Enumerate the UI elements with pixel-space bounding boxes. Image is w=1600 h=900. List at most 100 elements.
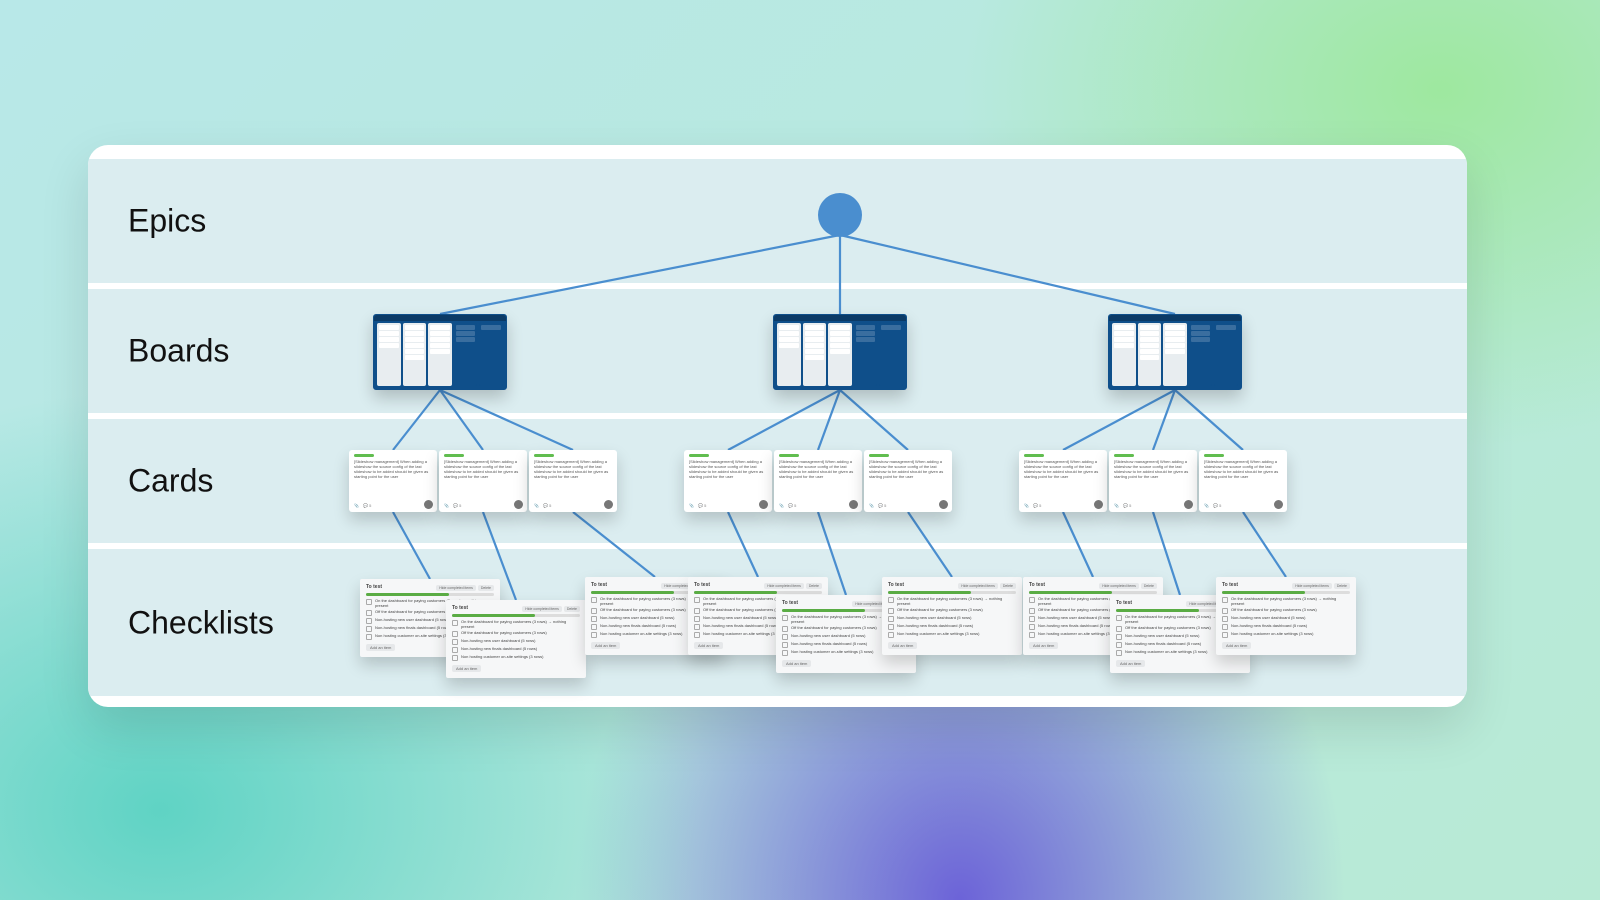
checklist-item: Off the dashboard for paying customers (… [888,608,1016,614]
checklist-item: On the dashboard for paying customers (3… [1222,597,1350,606]
avatar [1274,500,1283,509]
comment-count: 💬 5 [363,503,371,508]
checklist-title: To test [366,584,382,590]
checklist-title: To test [591,582,607,588]
checklist-item: Non hosting customer on-site settings (3… [1222,632,1350,638]
checklist-item: Off the dashboard for paying customers (… [452,631,580,637]
attach-icon: 📎 [689,503,694,508]
delete-button: Delete [1334,583,1350,589]
row-label: Checklists [128,604,274,641]
card-thumb: [Slideshow management] When adding a sli… [529,450,617,512]
epic-node [818,193,862,237]
add-item-button: Add an item [888,642,917,649]
card-thumb: [Slideshow management] When adding a sli… [349,450,437,512]
card-title: [Slideshow management] When adding a sli… [689,459,767,479]
progress-bar [1222,591,1350,594]
attach-icon: 📎 [779,503,784,508]
card-title: [Slideshow management] When adding a sli… [1114,459,1192,479]
hide-completed-button: Hide completed items [1292,583,1332,589]
checklist-item: Non hosting customer on-site settings (3… [888,632,1016,638]
avatar [604,500,613,509]
hide-completed-button: Hide completed items [764,583,804,589]
add-item-button: Add an item [591,642,620,649]
row-label: Boards [128,333,229,370]
card-title: [Slideshow management] When adding a sli… [534,459,612,479]
hierarchy-panel: Epics Boards Cards Checklists [Slideshow… [88,145,1467,707]
avatar [849,500,858,509]
progress-bar [366,593,494,596]
checklist-item: Non-hosting new user dashboard (5 rows) [1222,616,1350,622]
card-title: [Slideshow management] When adding a sli… [1024,459,1102,479]
comment-count: 💬 5 [878,503,886,508]
row-label: Cards [128,463,213,500]
card-thumb: [Slideshow management] When adding a sli… [864,450,952,512]
add-item-button: Add an item [1029,642,1058,649]
card-thumb: [Slideshow management] When adding a sli… [684,450,772,512]
delete-button: Delete [806,583,822,589]
add-item-button: Add an item [1116,660,1145,667]
delete-button: Delete [564,606,580,612]
board-thumb [373,314,507,390]
checklist-title: To test [1116,600,1132,606]
card-title: [Slideshow management] When adding a sli… [444,459,522,479]
delete-button: Delete [1000,583,1016,589]
comment-count: 💬 5 [453,503,461,508]
comment-count: 💬 5 [543,503,551,508]
hide-completed-button: Hide completed items [1099,583,1139,589]
comment-count: 💬 5 [788,503,796,508]
checklist-item: Non-hosting new user dashboard (5 rows) [452,639,580,645]
checklist-thumb: To test Hide completed itemsDelete On the … [882,577,1022,655]
card-title: [Slideshow management] When adding a sli… [354,459,432,479]
avatar [514,500,523,509]
card-thumb: [Slideshow management] When adding a sli… [774,450,862,512]
avatar [424,500,433,509]
checklist-title: To test [1222,582,1238,588]
hide-completed-button: Hide completed items [436,585,476,591]
progress-bar [694,591,822,594]
checklist-item: On the dashboard for paying customers (3… [888,597,1016,606]
progress-bar [452,614,580,617]
add-item-button: Add an item [366,644,395,651]
card-thumb: [Slideshow management] When adding a sli… [1019,450,1107,512]
hide-completed-button: Hide completed items [958,583,998,589]
avatar [939,500,948,509]
card-title: [Slideshow management] When adding a sli… [779,459,857,479]
comment-count: 💬 5 [1123,503,1131,508]
add-item-button: Add an item [452,665,481,672]
hide-completed-button: Hide completed items [522,606,562,612]
avatar [759,500,768,509]
add-item-button: Add an item [1222,642,1251,649]
checklist-title: To test [1029,582,1045,588]
checklist-title: To test [782,600,798,606]
attach-icon: 📎 [869,503,874,508]
attach-icon: 📎 [444,503,449,508]
comment-count: 💬 5 [1213,503,1221,508]
checklist-thumb: To test Hide completed itemsDelete On the … [1216,577,1356,655]
comment-count: 💬 5 [1033,503,1041,508]
delete-button: Delete [478,585,494,591]
card-thumb: [Slideshow management] When adding a sli… [1199,450,1287,512]
board-thumb [773,314,907,390]
checklist-title: To test [888,582,904,588]
card-title: [Slideshow management] When adding a sli… [869,459,947,479]
comment-count: 💬 5 [698,503,706,508]
checklist-item: On the dashboard for paying customers (3… [452,620,580,629]
add-item-button: Add an item [694,642,723,649]
checklist-title: To test [452,605,468,611]
card-title: [Slideshow management] When adding a sli… [1204,459,1282,479]
checklist-item: Non-hosting new finals dashboard (5 rows… [452,647,580,653]
row-epics: Epics [88,159,1467,283]
card-thumb: [Slideshow management] When adding a sli… [439,450,527,512]
row-label: Epics [128,203,206,240]
board-thumb [1108,314,1242,390]
checklist-item: Non-hosting new user dashboard (5 rows) [888,616,1016,622]
attach-icon: 📎 [534,503,539,508]
attach-icon: 📎 [1024,503,1029,508]
progress-bar [888,591,1016,594]
checklist-thumb: To test Hide completed itemsDelete On the … [446,600,586,678]
progress-bar [1029,591,1157,594]
checklist-item: Off the dashboard for paying customers (… [1222,608,1350,614]
delete-button: Delete [1141,583,1157,589]
checklist-item: Non-hosting new finals dashboard (5 rows… [888,624,1016,630]
checklist-title: To test [694,582,710,588]
